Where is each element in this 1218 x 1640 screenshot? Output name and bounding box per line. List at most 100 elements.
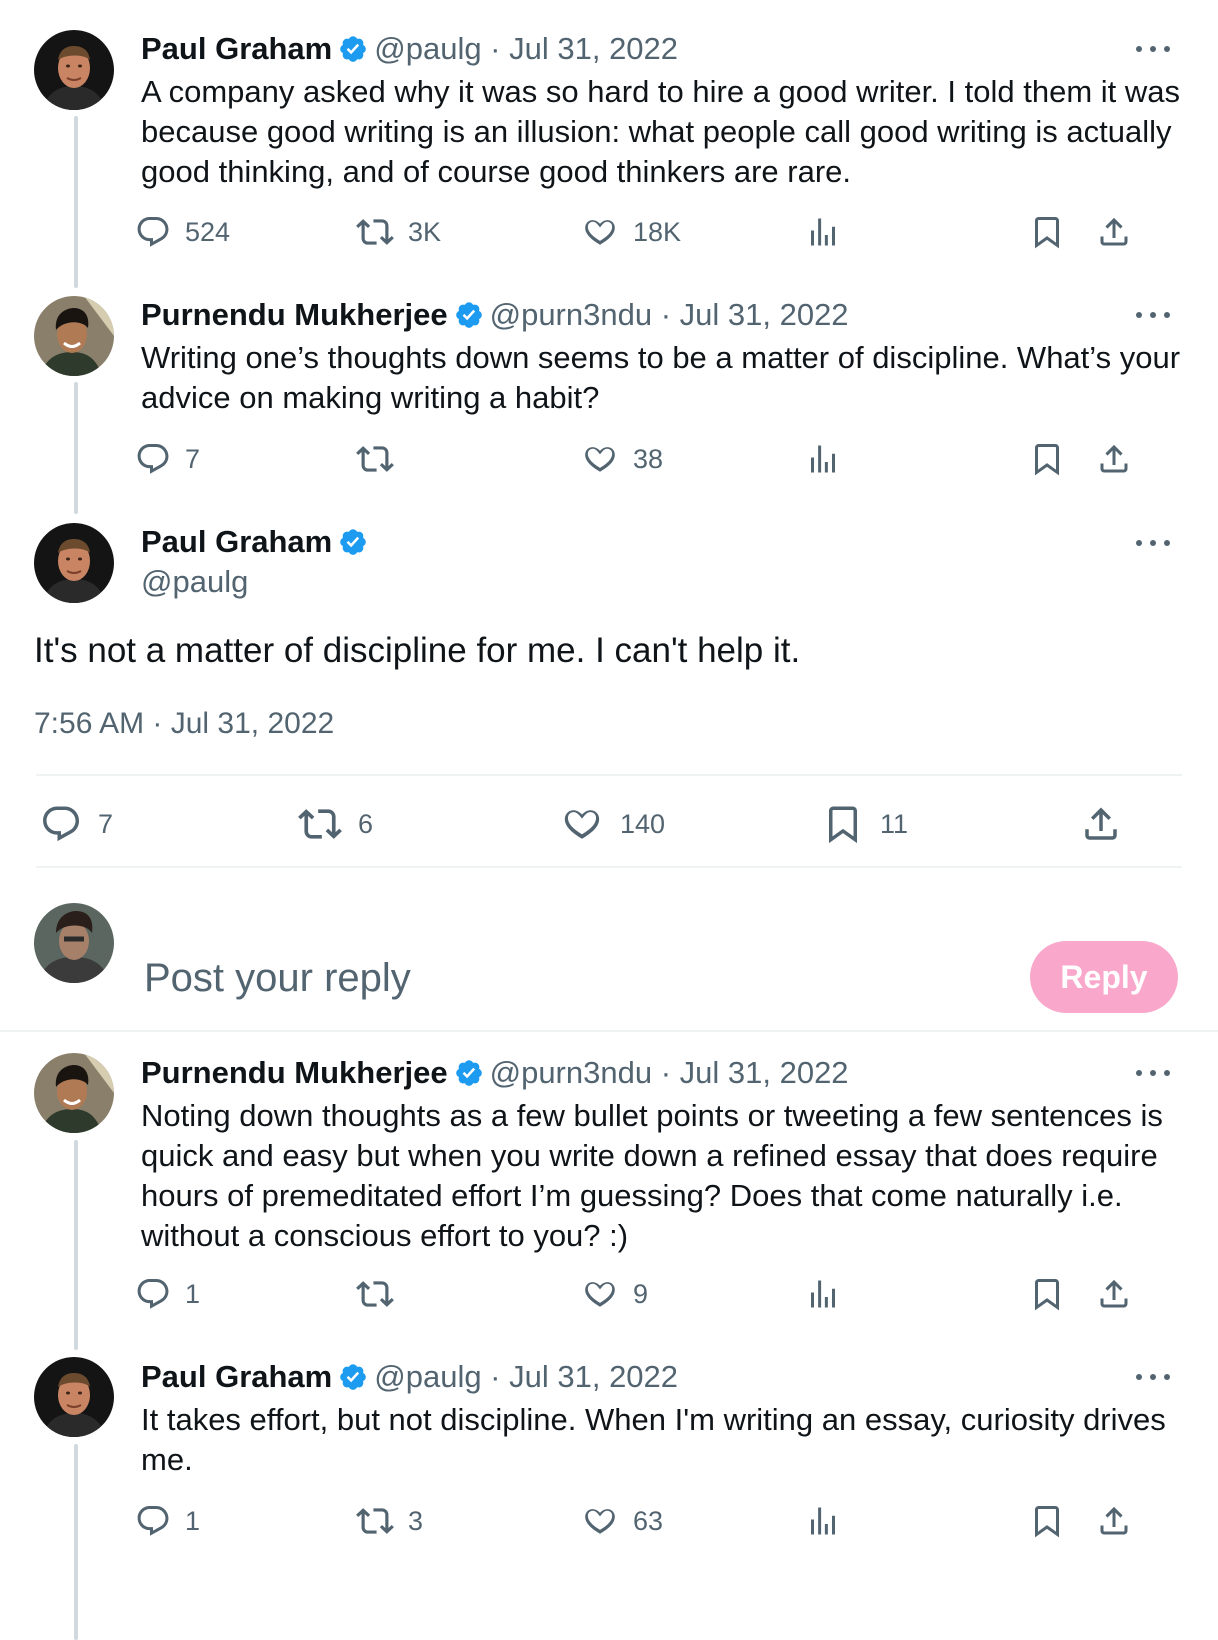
repost-count: 3: [408, 1505, 424, 1536]
avatar[interactable]: [34, 296, 114, 376]
more-icon[interactable]: [1136, 310, 1170, 320]
divider: [36, 774, 1182, 776]
like-icon: [581, 1275, 619, 1313]
post-text: A company asked why it was so hard to hi…: [141, 74, 1180, 189]
repost-button[interactable]: 3K: [356, 210, 441, 254]
views-icon: [805, 441, 841, 477]
share-button[interactable]: [1096, 1272, 1132, 1316]
thread-line: [74, 382, 78, 514]
author-name[interactable]: Paul Graham: [141, 1359, 332, 1394]
main-action-bar: 7 6 140 11: [40, 800, 1140, 848]
like-icon: [560, 802, 604, 846]
verified-badge-icon: [338, 1362, 368, 1392]
post-timestamp[interactable]: 7:56 AM · Jul 31, 2022: [34, 704, 334, 744]
bookmark-icon: [1029, 1276, 1065, 1312]
verified-badge-icon: [338, 34, 368, 64]
avatar[interactable]: [34, 1357, 114, 1437]
action-bar: 1 3 63: [141, 1499, 1181, 1543]
reply-input[interactable]: Post your reply: [144, 950, 411, 1006]
like-button[interactable]: 9: [581, 1272, 648, 1316]
bookmark-button[interactable]: 11: [822, 800, 908, 848]
post-header: Paul Graham @paulg · Jul 31, 2022: [141, 29, 678, 69]
views-icon: [805, 1276, 841, 1312]
author-meta[interactable]: @paulg · Jul 31, 2022: [374, 31, 678, 66]
main-author-name-row: Paul Graham: [141, 522, 374, 562]
share-button[interactable]: [1096, 1499, 1132, 1543]
like-button[interactable]: 63: [581, 1499, 663, 1543]
author-meta[interactable]: @purn3ndu · Jul 31, 2022: [490, 1055, 849, 1090]
reply-button[interactable]: 7: [135, 437, 200, 481]
like-count: 9: [633, 1278, 649, 1309]
bookmark-icon: [1029, 214, 1065, 250]
reply-button[interactable]: 524: [135, 210, 230, 254]
action-bar: 1 9: [141, 1272, 1181, 1316]
more-icon[interactable]: [1136, 1068, 1170, 1078]
more-icon[interactable]: [1136, 538, 1170, 548]
bookmark-count: 11: [880, 808, 909, 839]
author-name[interactable]: Paul Graham: [141, 524, 332, 559]
bookmark-button[interactable]: [1029, 437, 1065, 481]
reply-icon: [40, 803, 82, 845]
avatar[interactable]: [34, 1053, 114, 1133]
reply-icon: [135, 441, 171, 477]
like-count: 63: [633, 1505, 664, 1536]
repost-count: 6: [358, 808, 374, 839]
views-button[interactable]: [805, 1272, 841, 1316]
like-button[interactable]: 18K: [581, 210, 681, 254]
bookmark-button[interactable]: [1029, 1272, 1065, 1316]
post-text: Writing one’s thoughts down seems to be …: [141, 340, 1181, 415]
share-icon: [1096, 214, 1132, 250]
reply-button[interactable]: 1: [135, 1272, 200, 1316]
author-name[interactable]: Paul Graham: [141, 31, 332, 66]
avatar[interactable]: [34, 523, 114, 603]
like-count: 38: [633, 443, 664, 474]
thread-line: [74, 116, 78, 288]
author-name[interactable]: Purnendu Mukherjee: [141, 297, 448, 332]
like-icon: [581, 1502, 619, 1540]
repost-button[interactable]: [356, 1272, 394, 1316]
thread-line: [74, 1444, 78, 1640]
repost-button[interactable]: 6: [298, 800, 373, 848]
reply-icon: [135, 1276, 171, 1312]
share-icon: [1096, 441, 1132, 477]
bookmark-icon: [822, 803, 864, 845]
repost-icon: [356, 1275, 394, 1313]
share-icon: [1096, 1276, 1132, 1312]
reply-submit-button[interactable]: Reply: [1030, 941, 1178, 1013]
repost-button[interactable]: 3: [356, 1499, 423, 1543]
divider: [0, 1030, 1218, 1032]
author-handle[interactable]: @paulg: [141, 562, 248, 602]
author-name[interactable]: Purnendu Mukherjee: [141, 1055, 448, 1090]
author-meta[interactable]: @purn3ndu · Jul 31, 2022: [490, 297, 849, 332]
like-count: 140: [620, 808, 666, 839]
repost-icon: [298, 802, 342, 846]
author-meta[interactable]: @paulg · Jul 31, 2022: [374, 1359, 678, 1394]
avatar[interactable]: [34, 30, 114, 110]
reply-count: 1: [185, 1505, 201, 1536]
reply-button[interactable]: 7: [40, 800, 113, 848]
reply-button[interactable]: 1: [135, 1499, 200, 1543]
like-button[interactable]: 140: [560, 800, 665, 848]
like-icon: [581, 440, 619, 478]
thread-line: [74, 1140, 78, 1350]
repost-icon: [356, 213, 394, 251]
current-user-avatar[interactable]: [34, 903, 114, 983]
share-button[interactable]: [1096, 210, 1132, 254]
post-text: Noting down thoughts as a few bullet poi…: [141, 1098, 1163, 1253]
more-icon[interactable]: [1136, 1372, 1170, 1382]
views-button[interactable]: [805, 437, 841, 481]
repost-button[interactable]: [356, 437, 394, 481]
share-button[interactable]: [1080, 800, 1122, 848]
bookmark-button[interactable]: [1029, 210, 1065, 254]
like-icon: [581, 213, 619, 251]
reply-count: 7: [98, 808, 114, 839]
like-button[interactable]: 38: [581, 437, 663, 481]
share-icon: [1096, 1503, 1132, 1539]
reply-count: 524: [185, 216, 231, 247]
reply-icon: [135, 1503, 171, 1539]
views-button[interactable]: [805, 210, 841, 254]
more-icon[interactable]: [1136, 44, 1170, 54]
bookmark-button[interactable]: [1029, 1499, 1065, 1543]
share-button[interactable]: [1096, 437, 1132, 481]
views-button[interactable]: [805, 1499, 841, 1543]
